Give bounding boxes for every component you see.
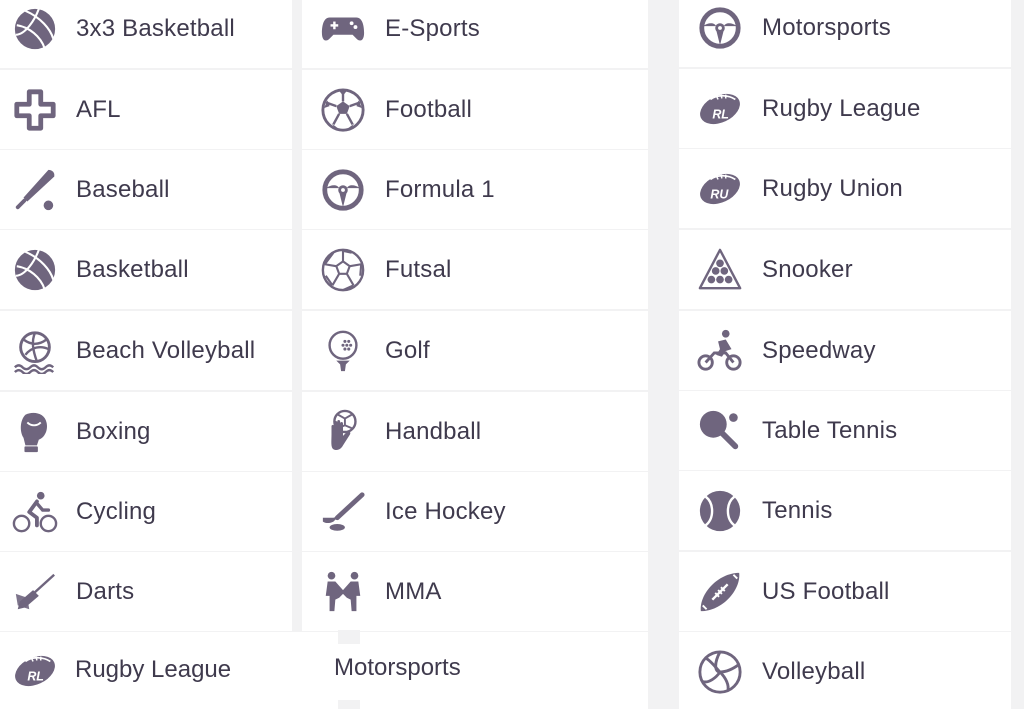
sports-list: 3x3 Basketball AFL Baseball Basketball Beach… [0,0,1024,709]
sport-label: Golf [385,336,430,364]
sport-row-afl[interactable]: AFL [0,70,292,149]
svg-text:RL: RL [27,669,44,683]
sport-label: Boxing [76,417,151,445]
svg-text:RU: RU [710,187,729,201]
sport-label: Tennis [762,496,833,524]
sport-row-formula-1[interactable]: Formula 1 [302,150,648,229]
sport-label: Cycling [76,497,157,525]
tennis-ball-icon [697,488,743,534]
sports-column-2: E-Sports Football Formula 1 Futsal Golf Handb… [302,0,648,631]
sport-row-futsal[interactable]: Futsal [302,230,648,309]
sport-label: Basketball [76,255,189,283]
sport-label: Volleyball [762,657,866,685]
overflow-row-left[interactable]: RL Rugby League [0,632,338,709]
sport-label: E-Sports [385,14,480,42]
sport-row-basketball[interactable]: Basketball [0,230,292,309]
hockey-stick-icon [320,489,366,535]
sport-label: Football [385,95,472,123]
sport-label: 3x3 Basketball [76,14,235,42]
sports-column-1: 3x3 Basketball AFL Baseball Basketball Beach… [0,0,292,631]
sport-label: Motorsports [762,13,891,41]
mma-fighters-icon [320,569,366,615]
sport-row-rugby-league[interactable]: RL Rugby League [679,69,1011,148]
dart-icon [12,569,58,615]
overflow-row-left-label: Rugby League [75,656,232,683]
sport-label: MMA [385,577,442,605]
sport-label: Beach Volleyball [76,336,256,364]
speedway-rider-icon [697,328,743,374]
snooker-triangle-icon [697,247,743,293]
sport-row-table-tennis[interactable]: Table Tennis [679,391,1011,470]
table-tennis-paddle-icon [697,408,743,454]
sport-label: Rugby League [762,94,921,122]
overflow-row-gap [338,630,360,644]
sport-label: Baseball [76,175,170,203]
sport-row-volleyball[interactable]: Volleyball [679,632,1011,709]
handball-icon [320,409,366,455]
sport-row-baseball[interactable]: Baseball [0,150,292,229]
gamepad-icon [320,6,366,52]
sport-row-rugby-union[interactable]: RU Rugby Union [679,149,1011,228]
sport-label: US Football [762,577,890,605]
sport-label: Ice Hockey [385,497,506,525]
sport-row-ice-hockey[interactable]: Ice Hockey [302,472,648,551]
rugby-union-ball-icon: RU [697,166,743,212]
sport-row-motorsports[interactable]: Motorsports [679,0,1011,67]
steering-wheel-icon [320,167,366,213]
sport-row-3x3-basketball[interactable]: 3x3 Basketball [0,0,292,68]
sport-row-snooker[interactable]: Snooker [679,230,1011,309]
overflow-row-gap-bottom [338,700,360,709]
sport-row-beach-volleyball[interactable]: Beach Volleyball [0,311,292,390]
svg-text:RL: RL [712,107,729,121]
sport-label: Snooker [762,255,853,283]
sport-label: Futsal [385,255,452,283]
steering-wheel-icon [697,5,743,51]
boxing-glove-icon [12,409,58,455]
sports-column-3: Motorsports RL Rugby League RU Rugby Union Sn… [679,0,1011,709]
afl-cross-icon [12,87,58,133]
basketball-icon [12,6,58,52]
baseball-bat-icon [12,167,58,213]
sport-row-speedway[interactable]: Speedway [679,311,1011,390]
sport-label: Handball [385,417,482,445]
sport-row-us-football[interactable]: US Football [679,552,1011,631]
futsal-ball-icon [320,247,366,293]
sport-row-golf[interactable]: Golf [302,311,648,390]
sport-label: Formula 1 [385,175,495,203]
sport-row-cycling[interactable]: Cycling [0,472,292,551]
sport-label: Rugby Union [762,174,903,202]
overflow-row-middle-label: Motorsports [334,654,461,681]
sport-row-tennis[interactable]: Tennis [679,471,1011,550]
sport-row-darts[interactable]: Darts [0,552,292,631]
soccer-ball-icon [320,87,366,133]
sport-label: Speedway [762,336,876,364]
volleyball-icon [697,649,743,695]
us-football-icon [697,569,743,615]
cyclist-icon [12,489,58,535]
sport-row-e-sports[interactable]: E-Sports [302,0,648,68]
rugby-league-ball-icon: RL [697,86,743,132]
beach-volleyball-icon [12,328,58,374]
sport-label: Darts [76,577,135,605]
sport-label: Table Tennis [762,416,898,444]
rugby-league-ball-icon: RL [12,648,58,694]
sport-row-boxing[interactable]: Boxing [0,392,292,471]
golf-ball-tee-icon [320,328,366,374]
sport-label: AFL [76,95,121,123]
basketball-icon [12,247,58,293]
sport-row-mma[interactable]: MMA [302,552,648,631]
sport-row-football[interactable]: Football [302,70,648,149]
sport-row-handball[interactable]: Handball [302,392,648,471]
